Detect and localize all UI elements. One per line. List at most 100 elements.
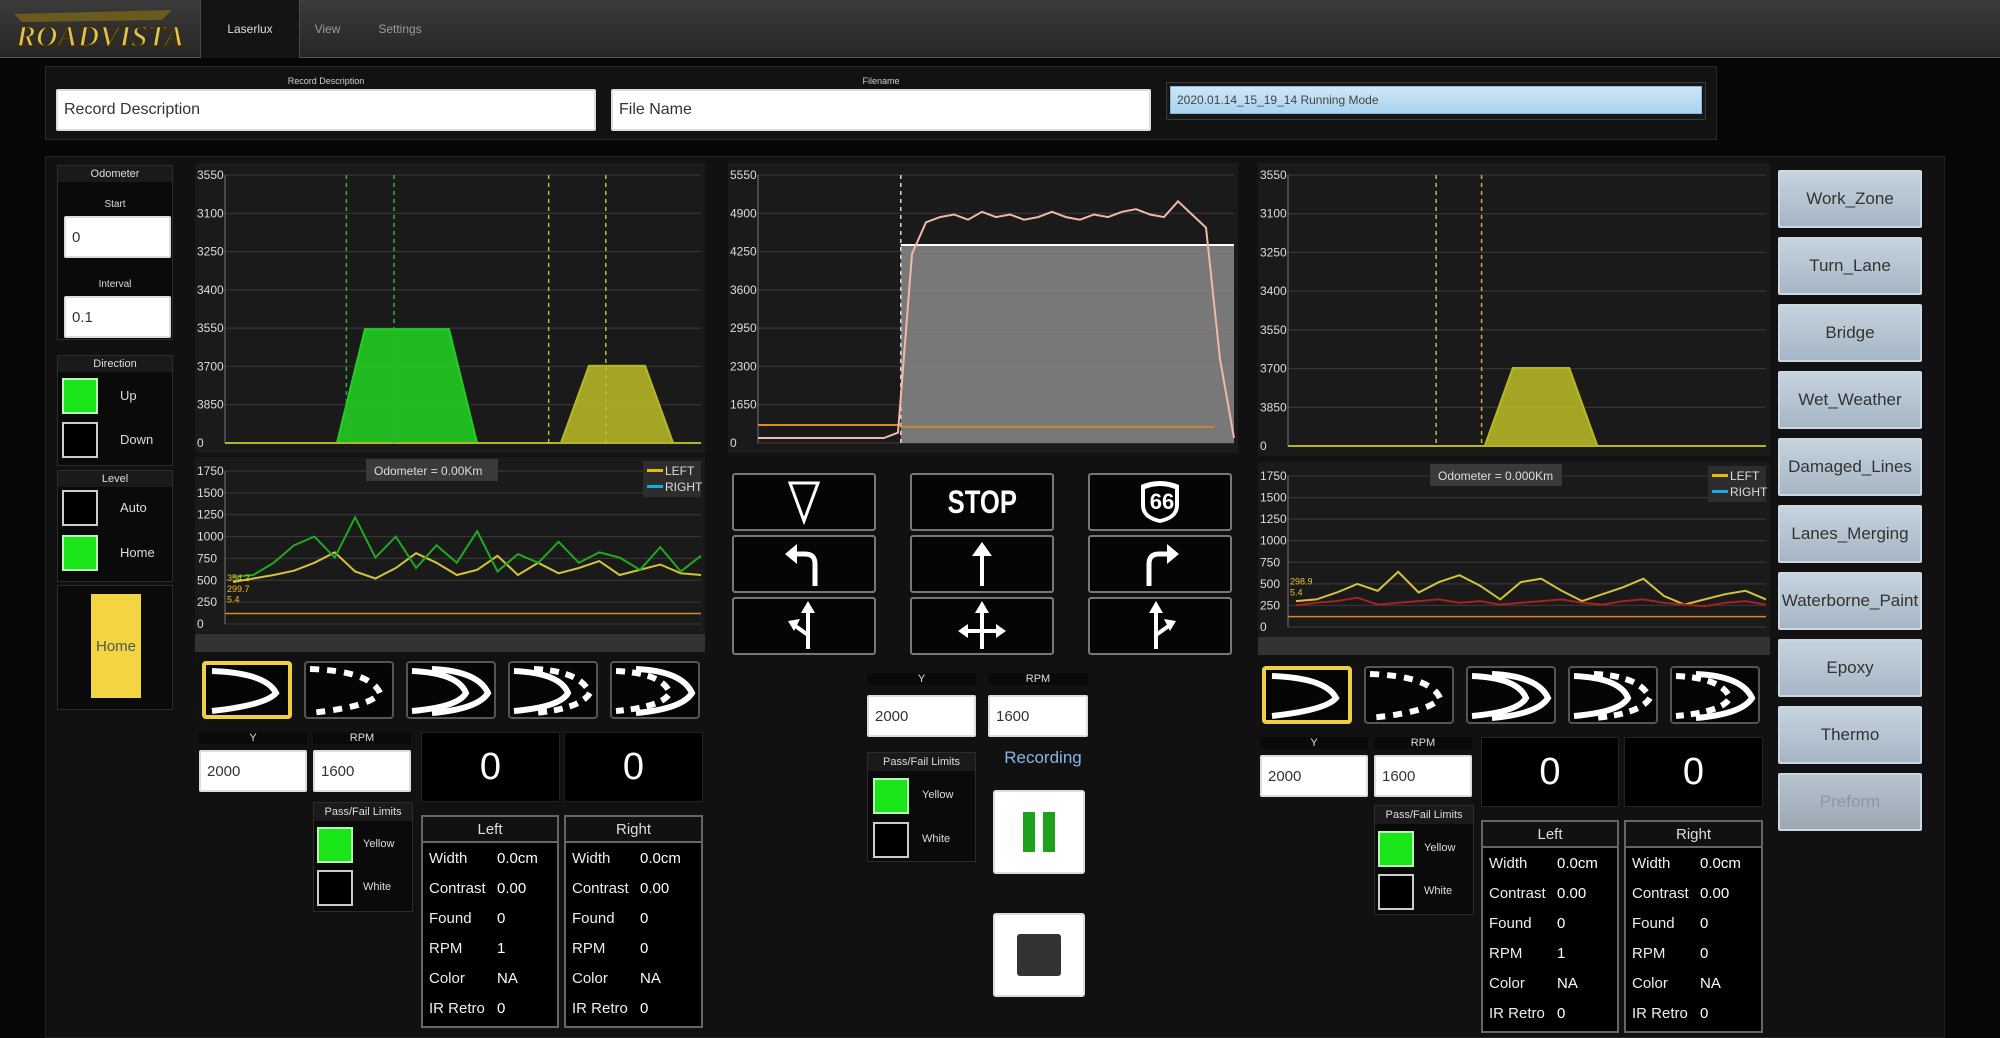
all-directions-sign-button[interactable] bbox=[910, 597, 1054, 655]
stat-value: 0.00 bbox=[1557, 884, 1587, 902]
odometer-annotation: Odometer = 0.000Km bbox=[1438, 469, 1553, 483]
side-button-bridge[interactable]: Bridge bbox=[1778, 304, 1922, 362]
stat-value: 0.00 bbox=[497, 879, 527, 897]
right-white-checkbox[interactable] bbox=[1378, 874, 1414, 910]
level-auto-checkbox[interactable] bbox=[62, 490, 98, 526]
side-button-lanes-merging[interactable]: Lanes_Merging bbox=[1778, 505, 1922, 563]
side-button-work-zone[interactable]: Work_Zone bbox=[1778, 170, 1922, 228]
right-y-input[interactable]: 2000 bbox=[1260, 755, 1368, 797]
tab-settings[interactable]: Settings bbox=[360, 0, 440, 58]
stat-value: 0.0cm bbox=[640, 849, 681, 867]
stat-row: Width 0.0cm bbox=[423, 843, 557, 873]
left-rpm-input[interactable]: 1600 bbox=[313, 750, 411, 792]
turn-left-sign-button[interactable] bbox=[732, 535, 876, 593]
stat-value: 0.0cm bbox=[1700, 854, 1741, 872]
right-yellow-checkbox[interactable] bbox=[1378, 831, 1414, 867]
side-button-thermo[interactable]: Thermo bbox=[1778, 706, 1922, 764]
left-yellow-checkbox[interactable] bbox=[317, 827, 353, 863]
y-tick-label: 750 bbox=[197, 551, 217, 565]
trend-line-left bbox=[232, 551, 702, 583]
stat-key: Width bbox=[429, 849, 468, 867]
left-white-checkbox[interactable] bbox=[317, 870, 353, 906]
yield-icon bbox=[787, 481, 821, 525]
route-66-sign-button[interactable]: 66 bbox=[1088, 473, 1232, 531]
direction-down-checkbox[interactable] bbox=[62, 422, 98, 458]
side-button-epoxy[interactable]: Epoxy bbox=[1778, 639, 1922, 697]
legend-label: LEFT bbox=[665, 464, 695, 478]
stat-row: Found 0 bbox=[1483, 908, 1617, 938]
y-tick-label: 3400 bbox=[1260, 284, 1287, 298]
center-rpm-input[interactable]: 1600 bbox=[988, 695, 1088, 737]
straight-or-right-sign-button[interactable] bbox=[1088, 597, 1232, 655]
right-trend-chart: 1750 1500 1250 1000 750 500 250 0 Odometer = 0.0… bbox=[1258, 462, 1770, 655]
record-description-field[interactable]: Record Description bbox=[56, 89, 596, 131]
center-yellow-checkbox[interactable] bbox=[873, 778, 909, 814]
chart-svg: 1750 1500 1250 1000 750 500 250 0 Odometer = 0.0… bbox=[195, 459, 705, 652]
double-curve-dashed-inner-icon bbox=[615, 666, 696, 716]
double-curve-road-icon bbox=[411, 666, 492, 716]
odometer-start-input[interactable]: 0 bbox=[64, 216, 171, 258]
odometer-annotation: Odometer = 0.00Km bbox=[374, 464, 482, 478]
chart-scroll-strip[interactable] bbox=[195, 634, 705, 652]
center-yellow-label: Yellow bbox=[922, 789, 954, 801]
road-curve-left-3-button[interactable] bbox=[406, 661, 496, 719]
right-stats-right-table: Right Width 0.0cm Contrast 0.00 Found 0 RPM 0 Co… bbox=[1624, 820, 1763, 1033]
stat-key: Contrast bbox=[429, 879, 486, 897]
road-curve-left-5-button[interactable] bbox=[610, 661, 700, 719]
yield-sign-button[interactable] bbox=[732, 473, 876, 531]
stat-key: Found bbox=[429, 909, 472, 927]
stop-button[interactable] bbox=[993, 913, 1085, 997]
direction-up-checkbox[interactable] bbox=[62, 378, 98, 414]
recording-file-item[interactable]: 2020.01.14_15_19_14 Running Mode bbox=[1170, 86, 1702, 114]
straight-or-left-sign-button[interactable] bbox=[732, 597, 876, 655]
recording-file-list[interactable]: 2020.01.14_15_19_14 Running Mode bbox=[1166, 82, 1706, 120]
right-rpm-input[interactable]: 1600 bbox=[1374, 755, 1472, 797]
y-tick-label: 3600 bbox=[730, 283, 757, 297]
road-curve-left-1-button[interactable] bbox=[202, 661, 292, 719]
pause-icon bbox=[1023, 812, 1055, 852]
road-curve-right-1-button[interactable] bbox=[1262, 666, 1352, 724]
filename-field[interactable]: File Name bbox=[611, 89, 1151, 131]
left-stats-left-table: Left Width 0.0cm Contrast 0.00 Found 0 RPM 1 Col… bbox=[421, 815, 559, 1028]
turn-right-sign-button[interactable] bbox=[1088, 535, 1232, 593]
center-white-checkbox[interactable] bbox=[873, 822, 909, 858]
stat-value: 0.00 bbox=[1700, 884, 1730, 902]
stat-key: Color bbox=[1632, 974, 1668, 992]
home-button[interactable]: Home bbox=[91, 594, 141, 698]
road-curve-right-3-button[interactable] bbox=[1466, 666, 1556, 724]
right-profile-chart: 3550 3100 3250 3400 3550 3700 3850 0 bbox=[1258, 163, 1770, 456]
odometer-interval-input[interactable]: 0.1 bbox=[64, 296, 171, 338]
center-y-input[interactable]: 2000 bbox=[867, 695, 976, 737]
side-button-damaged-lines[interactable]: Damaged_Lines bbox=[1778, 438, 1922, 496]
pause-button[interactable] bbox=[993, 790, 1085, 874]
stat-value: 0 bbox=[1700, 944, 1709, 962]
side-button-waterborne-paint[interactable]: Waterborne_Paint bbox=[1778, 572, 1922, 630]
road-curve-left-2-button[interactable] bbox=[304, 661, 394, 719]
side-button-turn-lane[interactable]: Turn_Lane bbox=[1778, 237, 1922, 295]
left-count-left: 0 bbox=[421, 732, 560, 802]
road-curve-right-2-button[interactable] bbox=[1364, 666, 1454, 724]
stop-sign-button[interactable]: STOP bbox=[910, 473, 1054, 531]
y-tick-label: 1750 bbox=[197, 464, 224, 478]
marker-value-label: 299.7 bbox=[227, 584, 250, 594]
road-curve-left-4-button[interactable] bbox=[508, 661, 598, 719]
level-home-checkbox[interactable] bbox=[62, 535, 98, 571]
road-curve-right-5-button[interactable] bbox=[1670, 666, 1760, 724]
side-button-preform[interactable]: Preform bbox=[1778, 773, 1922, 831]
legend-swatch bbox=[1712, 474, 1728, 477]
tab-view[interactable]: View bbox=[305, 0, 350, 58]
center-passfail-title: Pass/Fail Limits bbox=[868, 753, 975, 771]
chart-scroll-strip[interactable] bbox=[1258, 637, 1770, 655]
straight-sign-button[interactable] bbox=[910, 535, 1054, 593]
left-y-input[interactable]: 2000 bbox=[199, 750, 307, 792]
road-curve-right-4-button[interactable] bbox=[1568, 666, 1658, 724]
stat-row: Found 0 bbox=[1626, 908, 1761, 938]
left-yellow-label: Yellow bbox=[363, 838, 395, 850]
stat-key: IR Retro bbox=[1632, 1004, 1688, 1022]
stat-row: IR Retro 0 bbox=[1483, 998, 1617, 1028]
y-tick-label: 3100 bbox=[197, 206, 224, 220]
side-button-wet-weather[interactable]: Wet_Weather bbox=[1778, 371, 1922, 429]
curve-road-dashed-icon bbox=[309, 666, 384, 716]
tab-laserlux[interactable]: Laserlux bbox=[200, 0, 300, 58]
curve-road-icon bbox=[211, 668, 280, 714]
